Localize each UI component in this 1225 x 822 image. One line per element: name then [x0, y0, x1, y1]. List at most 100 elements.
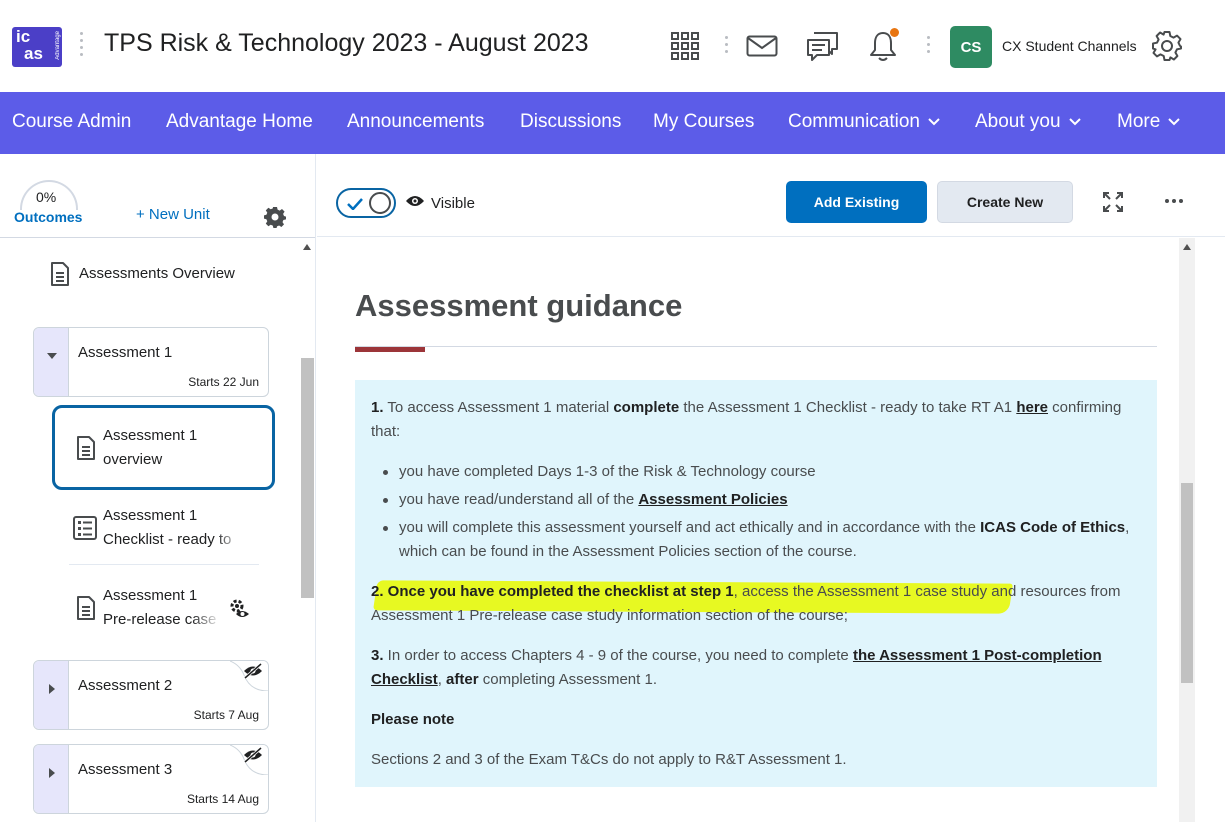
note-paragraph: Sections 2 and 3 of the Exam T&Cs do not… [371, 751, 847, 768]
settings-gear-icon[interactable] [1151, 30, 1183, 62]
hidden-eye-icon [229, 745, 268, 776]
unit-assessment-1[interactable]: Assessment 1 Starts 22 Jun [33, 327, 269, 397]
text-bold: after [446, 671, 479, 688]
header-separator [725, 36, 728, 57]
unit-toggle[interactable] [34, 745, 69, 813]
visibility-toggle[interactable] [336, 188, 396, 218]
unit-assessment-2[interactable]: Assessment 2 Starts 7 Aug [33, 660, 269, 730]
unit-title: Assessment 3 [78, 761, 173, 778]
hidden-eye-icon [229, 661, 268, 692]
content-scrollbar[interactable] [1179, 238, 1195, 822]
visible-label: Visible [431, 195, 475, 212]
topic-divider [69, 564, 259, 565]
topic-label: Assessment 1 overview [103, 424, 197, 472]
nav-about-you-label: About you [975, 111, 1061, 132]
bell-icon[interactable] [869, 28, 899, 62]
heading-divider [355, 346, 1157, 347]
text: In order to access Chapters 4 - 9 of the… [383, 647, 853, 664]
step-number: 3. [371, 647, 384, 664]
unit-title: Assessment 1 [78, 344, 173, 361]
notification-dot [890, 28, 899, 37]
text: , [437, 671, 447, 688]
text-bold: ICAS Code of Ethics [980, 519, 1126, 536]
unit-start-date: Starts 22 Jun [188, 375, 259, 389]
add-existing-button[interactable]: Add Existing [786, 181, 927, 223]
nav-about-you[interactable]: About you [975, 111, 1081, 133]
guidance-panel: 1. To access Assessment 1 material compl… [355, 380, 1157, 787]
nav-discussions[interactable]: Discussions [520, 111, 621, 133]
text-bold: complete [613, 399, 680, 416]
topic-assessments-overview[interactable]: Assessments Overview [50, 262, 235, 291]
more-options-icon[interactable] [1165, 199, 1183, 203]
outcomes-link[interactable]: Outcomes [14, 209, 82, 225]
nav-advantage-home[interactable]: Advantage Home [166, 111, 313, 133]
step-3-paragraph: 3. In order to access Chapters 4 - 9 of … [371, 644, 1146, 692]
nav-my-courses[interactable]: My Courses [653, 111, 754, 133]
step-number: 1. [371, 399, 384, 416]
text: you have read/understand all of the [399, 491, 639, 508]
heading-accent-bar [355, 347, 425, 352]
text: To access Assessment 1 material [383, 399, 614, 416]
user-name[interactable]: CX Student Channels [1002, 38, 1137, 54]
topic-assessment-1-pre-release[interactable]: Assessment 1 Pre-release case [76, 584, 221, 640]
list-item: you have read/understand all of the Asse… [383, 488, 1139, 512]
header-separator [927, 36, 930, 57]
topic-label: Assessments Overview [79, 265, 235, 282]
step-1-paragraph: 1. To access Assessment 1 material compl… [371, 396, 1146, 444]
icas-advantage-logo[interactable]: ic as Advantage [12, 27, 62, 67]
content-toolbar: Visible Add Existing Create New [317, 154, 1225, 237]
unit-start-date: Starts 14 Aug [186, 792, 259, 806]
chat-icon[interactable] [806, 31, 840, 63]
nav-course-admin[interactable]: Course Admin [12, 111, 131, 133]
topic-label-line1: Assessment 1 [103, 587, 198, 604]
document-icon [76, 436, 96, 465]
caret-right-icon [49, 768, 55, 778]
nav-announcements[interactable]: Announcements [347, 111, 484, 133]
nav-more[interactable]: More [1117, 111, 1181, 133]
text: you have completed Days 1-3 of the Risk … [399, 463, 816, 480]
topic-label-line1: Assessment 1 [103, 427, 198, 444]
unit-toggle[interactable] [34, 661, 69, 729]
create-new-button[interactable]: Create New [937, 181, 1073, 223]
topic-label-line2: Checklist - ready to [103, 531, 232, 548]
unit-assessment-3[interactable]: Assessment 3 Starts 14 Aug [33, 744, 269, 814]
course-title[interactable]: TPS Risk & Technology 2023 - August 2023 [104, 29, 589, 58]
text-bold: 2. Once you have completed the checklist… [371, 583, 734, 600]
nav-communication[interactable]: Communication [788, 111, 940, 133]
topic-content: Assessment guidance 1. To access Assessm… [317, 238, 1225, 822]
nav-more-label: More [1117, 111, 1161, 132]
document-icon [76, 596, 96, 625]
unit-toggle[interactable] [34, 328, 69, 396]
chevron-down-icon [1168, 118, 1181, 126]
checklist-icon [73, 516, 97, 545]
outcomes-percent: 0% [36, 189, 57, 205]
avatar[interactable]: CS [950, 26, 992, 68]
checkmark-icon [347, 197, 363, 215]
caret-down-icon [47, 353, 57, 359]
text: completing Assessment 1. [478, 671, 657, 688]
document-icon [50, 262, 70, 291]
checklist-here-link[interactable]: here [1016, 399, 1048, 416]
text: the Assessment 1 Checklist - ready to ta… [679, 399, 1017, 416]
release-conditions-icon[interactable] [229, 598, 251, 625]
visibility-status: Visible [405, 194, 475, 213]
chevron-down-icon [1068, 118, 1081, 126]
list-item: you will complete this assessment yourse… [383, 516, 1139, 564]
chevron-down-icon [928, 118, 940, 126]
sidebar-settings-icon[interactable] [264, 206, 286, 233]
mail-icon[interactable] [746, 35, 778, 57]
page-title: Assessment guidance [355, 288, 683, 323]
unit-start-date: Starts 7 Aug [193, 708, 259, 722]
assessment-policies-link[interactable]: Assessment Policies [638, 491, 787, 508]
topic-assessment-1-checklist[interactable]: Assessment 1 Checklist - ready to [73, 504, 243, 560]
content-sidebar: 0% Outcomes + New Unit Assessments Overv… [0, 154, 316, 822]
please-note-heading: Please note [371, 711, 455, 728]
fullscreen-expand-icon[interactable] [1103, 192, 1123, 217]
sidebar-scrollbar[interactable] [300, 238, 315, 822]
new-unit-button[interactable]: + New Unit [136, 206, 210, 223]
apps-grid-icon[interactable] [671, 32, 699, 60]
list-item: you have completed Days 1-3 of the Risk … [383, 460, 1139, 484]
nav-communication-label: Communication [788, 111, 920, 132]
topic-assessment-1-overview[interactable]: Assessment 1 overview [76, 424, 197, 472]
caret-right-icon [49, 684, 55, 694]
